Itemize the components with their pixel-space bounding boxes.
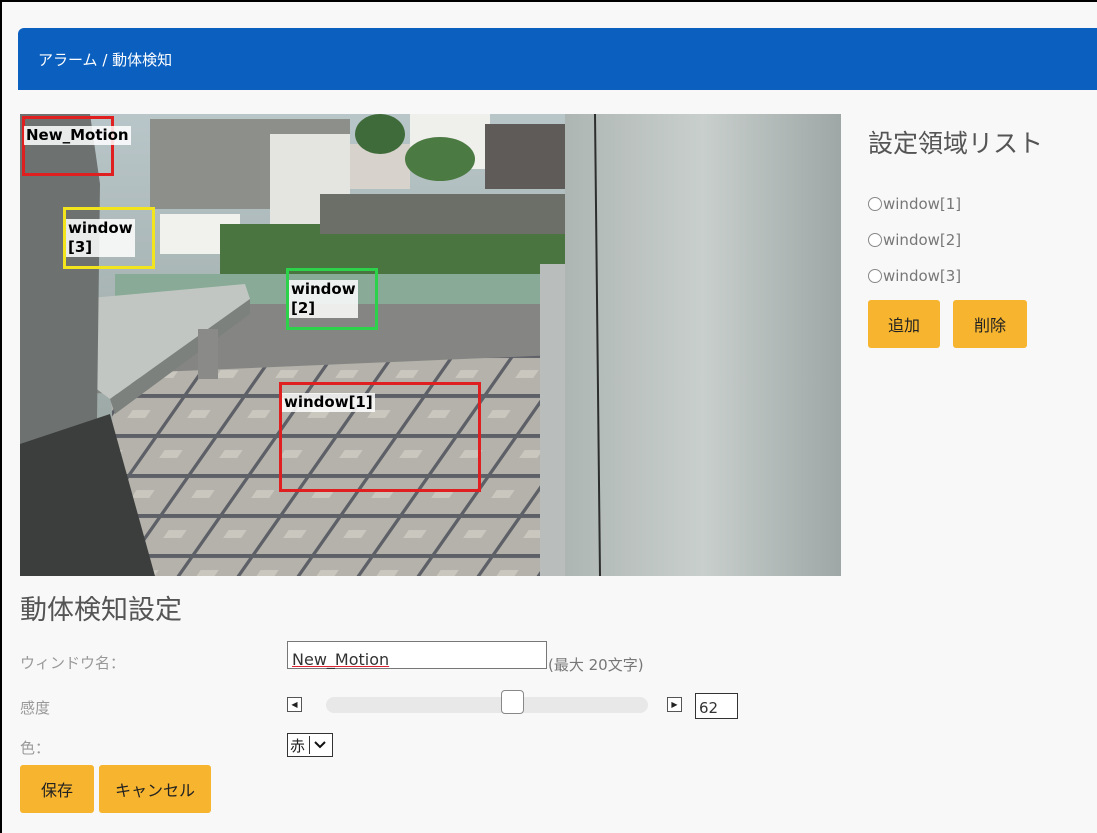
region-list-item[interactable]: window[1]	[868, 186, 961, 222]
region-list-item-label: window[2]	[883, 231, 962, 249]
region-list: window[1] window[2] window[3]	[868, 186, 961, 294]
zone-label-window-1: window[1]	[282, 393, 375, 412]
sensitivity-value-input[interactable]: 62	[695, 693, 738, 719]
sensitivity-slider-track[interactable]	[326, 697, 648, 713]
color-label: 色：	[20, 739, 51, 757]
zone-label-window-2: window [2]	[289, 280, 358, 318]
region-list-title: 設定領域リスト	[868, 129, 1044, 158]
chevron-down-icon[interactable]	[309, 736, 327, 754]
region-list-item[interactable]: window[3]	[868, 258, 961, 294]
sensitivity-slider-thumb[interactable]	[501, 690, 525, 714]
sensitivity-label: 感度	[20, 699, 51, 717]
radio-button[interactable]	[868, 233, 882, 247]
region-list-item-label: window[3]	[883, 267, 962, 285]
window-name-hint: (最大 20文字)	[548, 656, 644, 674]
window-name-label: ウィンドウ名：	[20, 654, 126, 672]
save-button[interactable]: 保存	[20, 765, 94, 813]
add-button[interactable]: 追加	[868, 300, 940, 348]
region-list-item-label: window[1]	[883, 195, 962, 213]
radio-button[interactable]	[868, 197, 882, 211]
zone-label-new-motion: New_Motion	[24, 126, 131, 145]
zone-label-window-3: window [3]	[66, 219, 135, 257]
slider-decrease-button[interactable]: ◀	[287, 697, 302, 712]
window-name-input[interactable]: New_Motion	[287, 641, 547, 669]
breadcrumb: アラーム / 動体検知	[18, 28, 1097, 90]
camera-image	[20, 114, 841, 576]
cancel-button[interactable]: キャンセル	[99, 765, 211, 813]
slider-increase-button[interactable]: ▶	[667, 697, 682, 712]
delete-button[interactable]: 削除	[953, 300, 1027, 348]
color-select[interactable]: 赤	[287, 733, 333, 757]
radio-button[interactable]	[868, 269, 882, 283]
zone-new-motion[interactable]	[22, 116, 114, 176]
settings-title: 動体検知設定	[20, 595, 182, 626]
camera-view[interactable]: New_Motion window [3] window [2] window[…	[20, 114, 841, 576]
color-select-value: 赤	[290, 736, 306, 755]
region-list-item[interactable]: window[2]	[868, 222, 961, 258]
